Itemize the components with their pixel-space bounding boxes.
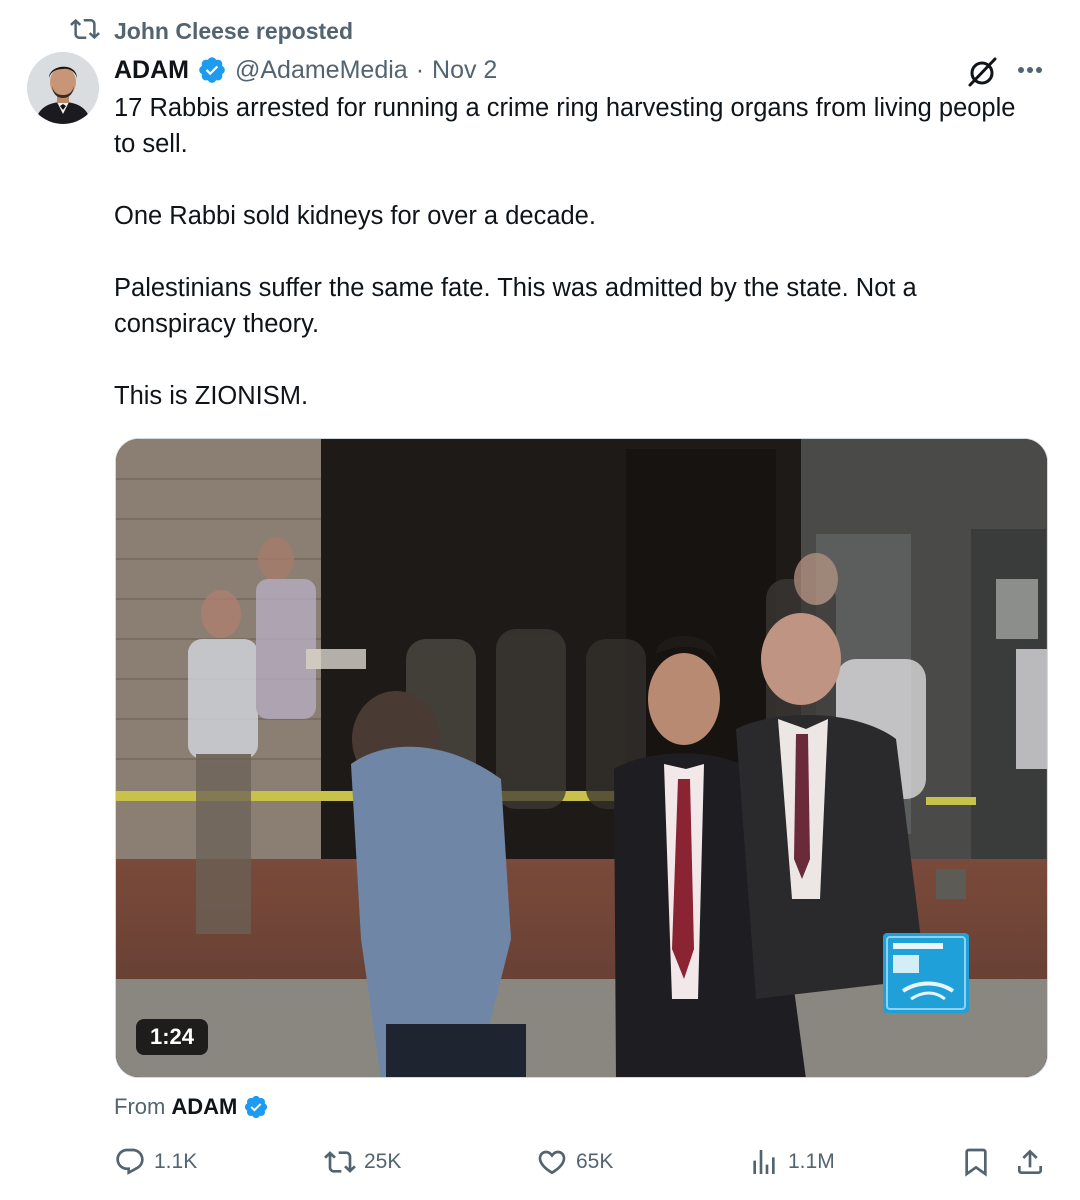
author-handle[interactable]: @AdameMedia	[235, 56, 408, 85]
action-bar: 1.1K 25K 65K 1.1M	[114, 1142, 1054, 1182]
video-player[interactable]: 1:24	[115, 438, 1048, 1078]
tweet-paragraph-4: This is ZIONISM.	[114, 382, 309, 410]
tweet-date[interactable]: Nov 2	[432, 56, 497, 85]
france24-logo-icon	[883, 933, 969, 1013]
bookmark-button[interactable]	[960, 1142, 992, 1182]
like-button[interactable]: 65K	[536, 1142, 613, 1182]
from-label: From	[114, 1094, 166, 1119]
views-chart-icon	[748, 1146, 780, 1178]
share-button[interactable]	[1014, 1142, 1046, 1182]
more-options-icon[interactable]	[1012, 54, 1048, 90]
tweet-header: ADAM @AdameMedia · Nov 2	[114, 52, 497, 88]
repost-banner[interactable]: John Cleese reposted	[70, 15, 353, 47]
bookmark-icon	[960, 1146, 992, 1178]
views-count: 1.1M	[788, 1150, 835, 1173]
repost-banner-label: John Cleese reposted	[114, 17, 354, 44]
from-author-name[interactable]: ADAM	[171, 1094, 237, 1120]
tweet-text: 17 Rabbis arrested for running a crime r…	[114, 90, 1024, 414]
views-button[interactable]: 1.1M	[748, 1142, 835, 1182]
from-attribution: From ADAM	[114, 1090, 269, 1124]
grok-icon[interactable]	[964, 54, 1000, 90]
tweet-paragraph-2: One Rabbi sold kidneys for over a decade…	[114, 202, 596, 230]
repost-count: 25K	[364, 1150, 402, 1173]
tweet-paragraph-3: Palestinians suffer the same fate. This …	[114, 274, 917, 338]
repost-icon	[70, 14, 100, 49]
reply-button[interactable]: 1.1K	[114, 1142, 197, 1182]
heart-icon	[536, 1146, 568, 1178]
avatar[interactable]	[27, 52, 99, 124]
author-name[interactable]: ADAM	[114, 56, 189, 85]
like-count: 65K	[576, 1150, 614, 1173]
repost-icon	[324, 1146, 356, 1178]
header-separator: ·	[415, 55, 425, 84]
share-icon	[1014, 1146, 1046, 1178]
video-duration: 1:24	[136, 1019, 209, 1055]
verified-badge-icon	[243, 1094, 269, 1120]
repost-button[interactable]: 25K	[324, 1142, 401, 1182]
verified-badge-icon	[197, 55, 227, 85]
reply-icon	[114, 1146, 146, 1178]
tweet-paragraph-1: 17 Rabbis arrested for running a crime r…	[114, 94, 1016, 158]
reply-count: 1.1K	[154, 1150, 198, 1173]
